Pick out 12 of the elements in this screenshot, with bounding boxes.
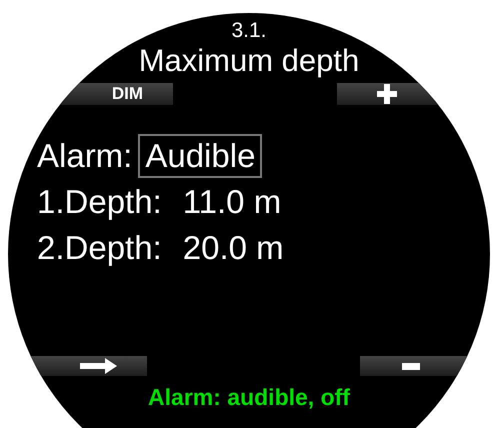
screen-title: Maximum depth <box>138 45 360 77</box>
minus-icon <box>402 362 420 370</box>
arrow-right-icon <box>80 358 117 374</box>
plus-icon <box>377 84 397 104</box>
status-hint: Alarm: audible, off <box>147 384 351 410</box>
section-number: 3.1. <box>230 18 268 41</box>
selected-value: Audible <box>138 134 262 178</box>
setting-label: 1.Depth: <box>37 182 162 222</box>
setting-value: 20.0 m <box>182 228 285 268</box>
setting-value: 11.0 m <box>182 182 282 222</box>
setting-label: 2.Depth: <box>37 228 162 268</box>
setting-label: Alarm: <box>37 136 132 176</box>
